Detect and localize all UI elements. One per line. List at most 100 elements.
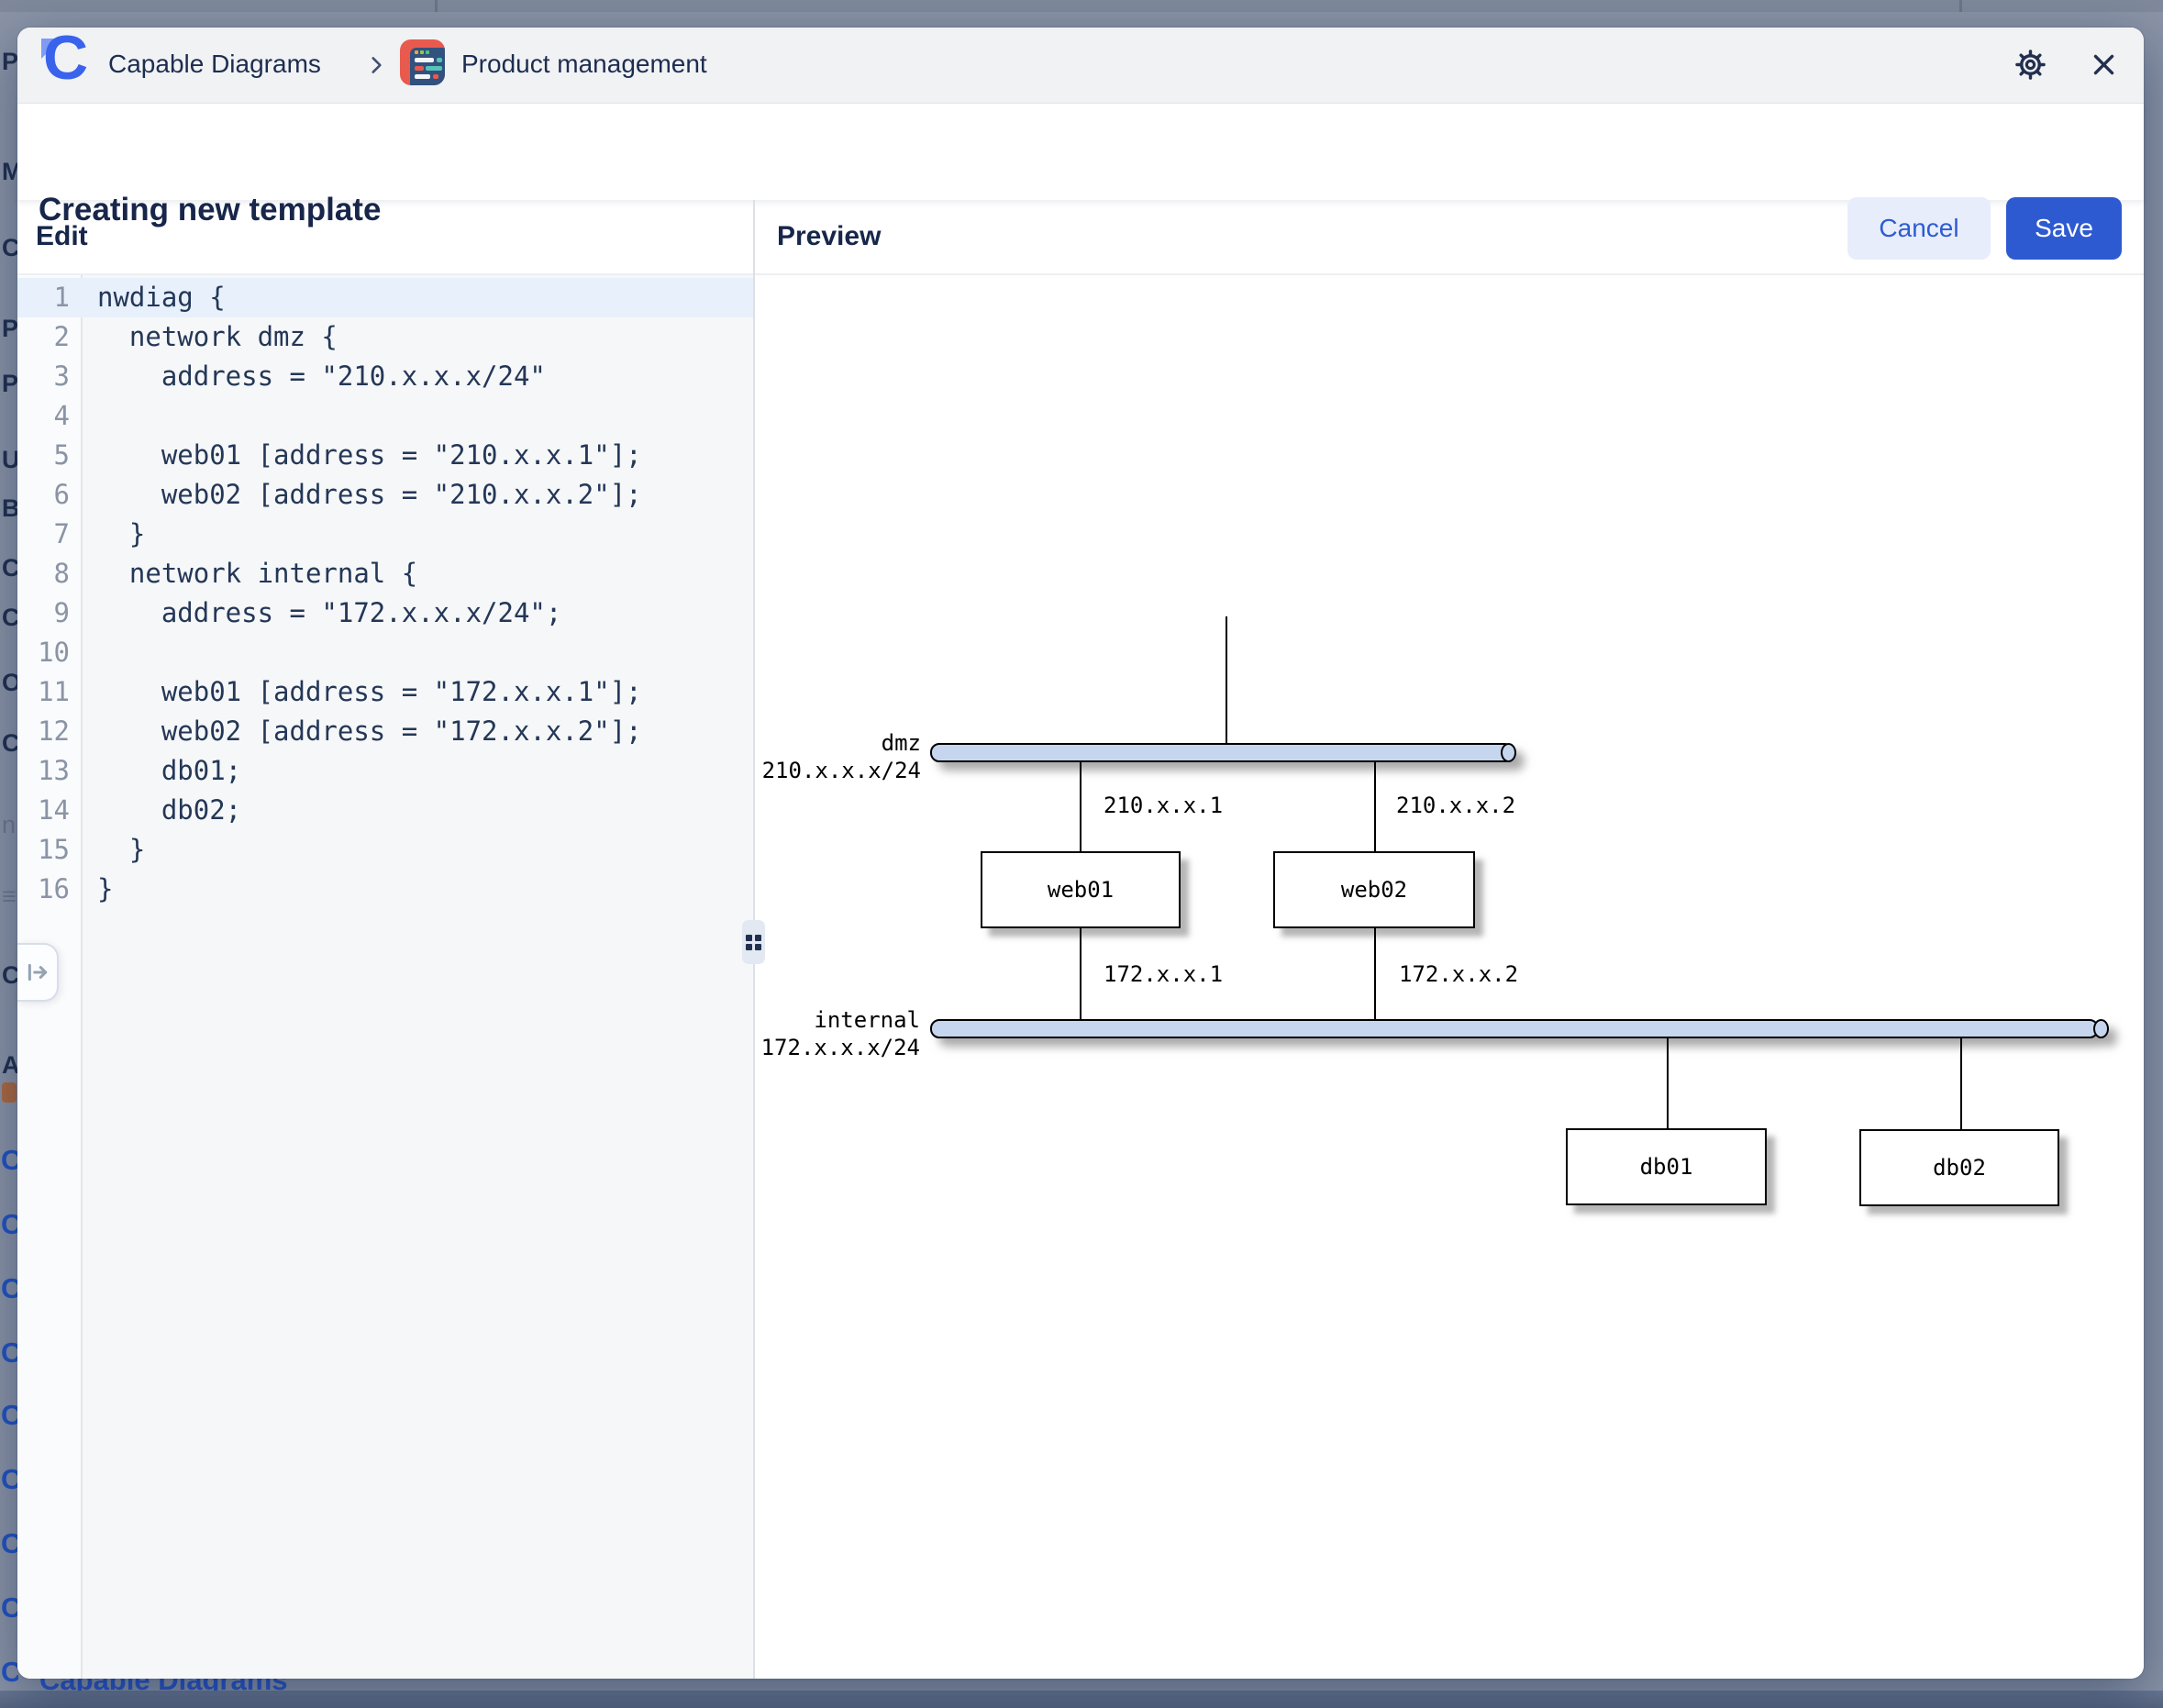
diagram-preview: dmz 210.x.x.x/24 210.x.x.1 210.x.x.2 web… — [755, 275, 2144, 1679]
ip-label: 210.x.x.1 — [1104, 794, 1223, 816]
collapse-panel-button[interactable] — [17, 943, 59, 1002]
line-text: web01 [address = "172.x.x.1"]; — [70, 672, 642, 712]
code-line: 7 } — [17, 515, 753, 554]
background-logo-fragment: C — [1, 1527, 18, 1560]
line-text: } — [70, 870, 113, 909]
bar-arrow-right-icon — [24, 960, 51, 984]
line-number: 4 — [17, 396, 70, 436]
cancel-button[interactable]: Cancel — [1847, 197, 1991, 260]
connector-line — [1080, 928, 1082, 1020]
save-button[interactable]: Save — [2006, 197, 2122, 260]
line-text: nwdiag { — [70, 278, 226, 317]
code-line: 9 address = "172.x.x.x/24"; — [17, 593, 753, 633]
background-top-band — [0, 0, 2163, 12]
code-line: 5 web01 [address = "210.x.x.1"]; — [17, 436, 753, 475]
preview-panel-label: Preview — [777, 221, 881, 252]
background-column-divider — [1959, 0, 1962, 12]
line-number: 8 — [17, 554, 70, 593]
code-line: 2 network dmz { — [17, 317, 753, 357]
ip-label: 210.x.x.2 — [1396, 794, 1515, 816]
background-fragment — [2, 1082, 17, 1103]
ip-label: 172.x.x.1 — [1104, 963, 1223, 985]
line-number: 11 — [17, 672, 70, 712]
background-fragment: Ca — [2, 554, 18, 582]
network-name-label: dmz — [755, 732, 921, 754]
line-number: 1 — [17, 278, 70, 317]
line-number: 15 — [17, 830, 70, 870]
network-address-label: 172.x.x.x/24 — [755, 1037, 920, 1059]
close-icon[interactable] — [2087, 48, 2120, 81]
line-text: db01; — [70, 751, 241, 791]
background-fragment: Cl — [2, 729, 18, 758]
settings-gear-icon[interactable] — [2013, 48, 2047, 81]
node-box-web01: web01 — [981, 851, 1181, 928]
line-text: web02 [address = "210.x.x.2"]; — [70, 475, 642, 515]
trunk-line — [1226, 616, 1227, 745]
line-text — [70, 633, 97, 672]
code-line: 8 network internal { — [17, 554, 753, 593]
code-line: 6 web02 [address = "210.x.x.2"]; — [17, 475, 753, 515]
line-text — [70, 396, 97, 436]
network-bar-dmz — [930, 743, 1525, 762]
node-box-web02: web02 — [1273, 851, 1475, 928]
code-line: 11 web01 [address = "172.x.x.1"]; — [17, 672, 753, 712]
line-number: 10 — [17, 633, 70, 672]
dialog-header: C Capable Diagrams Product management — [17, 28, 2144, 104]
background-fragment: Ul — [2, 446, 18, 474]
line-number: 9 — [17, 593, 70, 633]
code-line: 1nwdiag { — [17, 278, 753, 317]
code-editor[interactable]: 1nwdiag {2 network dmz {3 address = "210… — [17, 275, 753, 1679]
ip-label: 172.x.x.2 — [1399, 963, 1518, 985]
breadcrumb-page-name[interactable]: Product management — [461, 50, 707, 79]
background-fragment: Pr — [2, 315, 18, 343]
breadcrumb-app-name[interactable]: Capable Diagrams — [108, 50, 321, 79]
node-box-db01: db01 — [1566, 1128, 1767, 1205]
template-editor-dialog: C Capable Diagrams Product management — [17, 28, 2144, 1679]
background-fragment: Pr — [2, 48, 18, 76]
background-left-strip: PrMClPrPrUlByCaCaOCln≡CrAPCCCCCCCCC — [0, 0, 18, 1708]
line-number: 6 — [17, 475, 70, 515]
dialog-title-row: Creating new template Cancel Save — [17, 104, 2144, 200]
drag-dots-icon — [746, 935, 761, 950]
background-logo-fragment: C — [1, 1336, 18, 1370]
connector-line — [1080, 762, 1082, 851]
background-fragment: n — [2, 811, 18, 839]
line-text: network internal { — [70, 554, 417, 593]
background-logo-fragment: C — [1, 1272, 18, 1305]
line-text: web01 [address = "210.x.x.1"]; — [70, 436, 642, 475]
editor-lines: 1nwdiag {2 network dmz {3 address = "210… — [17, 278, 753, 909]
panel-resize-handle[interactable] — [742, 920, 765, 964]
line-text: address = "172.x.x.x/24"; — [70, 593, 561, 633]
page-title: Creating new template — [39, 192, 381, 228]
line-number: 12 — [17, 712, 70, 751]
code-line: 13 db01; — [17, 751, 753, 791]
chevron-right-icon — [364, 51, 388, 79]
connector-line — [1374, 928, 1376, 1020]
connector-line — [1960, 1038, 1962, 1129]
code-line: 16} — [17, 870, 753, 909]
background-logo-fragment: C — [1, 1144, 18, 1177]
network-address-label: 210.x.x.x/24 — [755, 760, 921, 782]
line-number: 3 — [17, 357, 70, 396]
node-box-db02: db02 — [1859, 1129, 2059, 1206]
line-number: 2 — [17, 317, 70, 357]
background-logo-fragment: C — [1, 1463, 18, 1496]
code-line: 10 — [17, 633, 753, 672]
background-logo-fragment: C — [1, 1592, 18, 1625]
header-actions — [2013, 48, 2120, 81]
line-text: } — [70, 830, 145, 870]
background-fragment: AP — [2, 1051, 18, 1080]
code-line: 14 db02; — [17, 791, 753, 830]
background-logo-fragment: C — [1, 1399, 18, 1432]
line-number: 14 — [17, 791, 70, 830]
line-number: 13 — [17, 751, 70, 791]
line-number: 7 — [17, 515, 70, 554]
background-fragment: ≡ — [2, 882, 18, 911]
line-number: 5 — [17, 436, 70, 475]
line-text: } — [70, 515, 145, 554]
line-text: address = "210.x.x.x/24" — [70, 357, 546, 396]
background-footer-band — [0, 1691, 2163, 1708]
connector-line — [1374, 762, 1376, 851]
background-fragment: Ca — [2, 604, 18, 632]
line-text: network dmz { — [70, 317, 338, 357]
